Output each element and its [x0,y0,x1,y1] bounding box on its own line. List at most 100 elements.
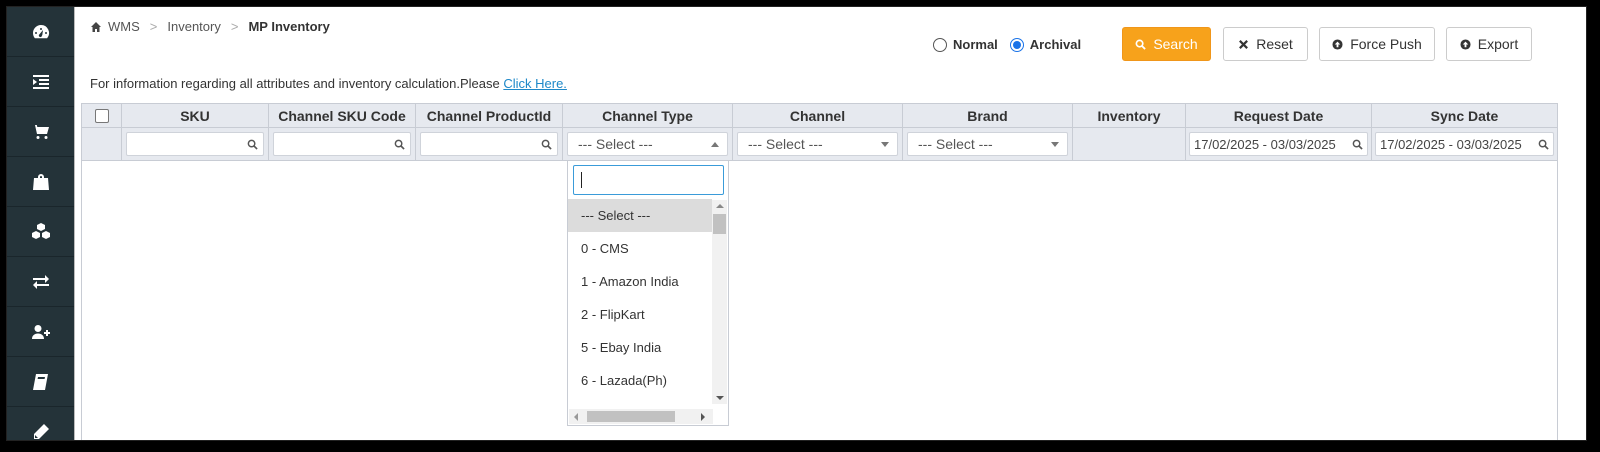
channel-type-option[interactable]: 0 - CMS [568,232,712,265]
filter-cell-channel-sku-code [269,128,416,160]
scroll-up-icon[interactable] [716,204,724,208]
sidebar-item-users[interactable] [7,307,74,357]
radio-archival[interactable]: Archival [1009,37,1082,52]
user-plus-icon [31,324,50,339]
breadcrumb: WMS > Inventory > MP Inventory [90,19,330,34]
column-header-inventory[interactable]: Inventory [1073,104,1186,127]
search-icon [394,139,405,150]
filter-cell-channel-type: --- Select --- [563,128,733,160]
sidebar [7,7,74,440]
sku-filter-input[interactable] [126,132,264,156]
search-button-label: Search [1153,36,1198,52]
chevron-down-icon [1051,141,1059,147]
column-header-request-date[interactable]: Request Date [1186,104,1372,127]
arrow-circle-up-icon [1460,38,1471,50]
inventory-grid: SKU Channel SKU Code Channel ProductId C… [81,103,1558,161]
channel-type-option[interactable]: 2 - FlipKart [568,298,712,331]
sync-date-filter-input[interactable]: 17/02/2025 - 03/03/2025 [1375,132,1554,156]
sync-date-filter-value: 17/02/2025 - 03/03/2025 [1380,136,1522,152]
dropdown-horizontal-scrollbar[interactable] [569,409,713,424]
grid-header-row: SKU Channel SKU Code Channel ProductId C… [81,103,1558,128]
radio-archival-indicator[interactable] [1009,37,1024,52]
channel-type-option[interactable]: 6 - Lazada(Ph) [568,364,712,397]
column-header-channel-productid[interactable]: Channel ProductId [416,104,563,127]
grid-body [81,160,1558,440]
filter-cell-inventory [1073,128,1186,160]
sidebar-item-list[interactable] [7,57,74,107]
brand-select[interactable]: --- Select --- [907,132,1068,156]
dropdown-vertical-scrollbar[interactable] [712,200,727,404]
radio-normal-indicator[interactable] [933,37,947,52]
search-icon [1352,139,1363,150]
info-message: For information regarding all attributes… [90,76,504,91]
chevron-down-icon [881,141,889,147]
breadcrumb-separator-icon: > [149,19,158,34]
main-content: WMS > Inventory > MP Inventory Normal Ar… [74,7,1586,440]
export-button-label: Export [1477,36,1519,52]
click-here-link[interactable]: Click Here. [503,76,567,91]
bag-icon [32,173,49,190]
search-icon [1135,39,1147,50]
column-header-brand[interactable]: Brand [903,104,1073,127]
text-cursor [581,172,582,188]
channel-type-option[interactable]: 1 - Amazon India [568,265,712,298]
sidebar-item-dashboard[interactable] [7,7,74,57]
search-button[interactable]: Search [1122,27,1211,61]
column-header-channel-type[interactable]: Channel Type [563,104,733,127]
pencil-icon [33,423,49,439]
force-push-button[interactable]: Force Push [1319,27,1435,61]
channel-type-option[interactable]: --- Select --- [568,199,712,232]
channel-type-select[interactable]: --- Select --- [567,132,728,156]
select-all-checkbox[interactable] [94,108,109,123]
mode-radio-group: Normal Archival [933,37,1085,52]
channel-select[interactable]: --- Select --- [737,132,898,156]
channel-sku-code-filter-input[interactable] [273,132,411,156]
sidebar-item-edit[interactable] [7,407,74,440]
search-icon [247,139,258,150]
request-date-filter-input[interactable]: 17/02/2025 - 03/03/2025 [1189,132,1368,156]
indent-list-icon [32,74,49,89]
info-text: For information regarding all attributes… [90,76,567,91]
filter-cell-channel-productid [416,128,563,160]
chevron-up-icon [711,141,719,147]
channel-type-dropdown: --- Select --- 0 - CMS 1 - Amazon India … [567,160,729,426]
sidebar-item-cart[interactable] [7,107,74,157]
cart-icon [31,124,49,139]
radio-archival-label: Archival [1029,37,1082,52]
search-icon [541,139,552,150]
scroll-down-icon[interactable] [716,396,724,400]
sidebar-item-transfers[interactable] [7,257,74,307]
filter-cell-request-date: 17/02/2025 - 03/03/2025 [1186,128,1372,160]
scroll-left-icon[interactable] [574,413,578,421]
home-icon [91,21,101,32]
sidebar-item-products[interactable] [7,207,74,257]
sidebar-item-bag[interactable] [7,157,74,207]
channel-type-search-input[interactable] [573,165,724,195]
column-header-channel-sku-code[interactable]: Channel SKU Code [269,104,416,127]
request-date-filter-value: 17/02/2025 - 03/03/2025 [1194,136,1336,152]
book-icon [32,373,48,390]
radio-normal[interactable]: Normal [933,37,998,52]
cubes-icon [31,222,50,239]
radio-normal-label: Normal [953,37,998,52]
export-button[interactable]: Export [1446,27,1532,61]
column-header-sync-date[interactable]: Sync Date [1372,104,1557,127]
app-frame: WMS > Inventory > MP Inventory Normal Ar… [6,6,1587,441]
brand-select-value: --- Select --- [918,136,993,152]
filter-cell-channel: --- Select --- [733,128,903,160]
column-header-sku[interactable]: SKU [122,104,269,127]
breadcrumb-home[interactable]: WMS [108,19,140,34]
filter-cell-brand: --- Select --- [903,128,1073,160]
vertical-scroll-thumb[interactable] [713,214,726,234]
breadcrumb-inventory[interactable]: Inventory [167,19,220,34]
force-push-button-label: Force Push [1350,36,1422,52]
channel-productid-filter-input[interactable] [420,132,558,156]
reset-button[interactable]: Reset [1223,27,1308,61]
column-header-channel[interactable]: Channel [733,104,903,127]
breadcrumb-separator-icon: > [230,19,239,34]
scroll-right-icon[interactable] [701,413,705,421]
sidebar-item-book[interactable] [7,357,74,407]
channel-type-option[interactable]: 5 - Ebay India [568,331,712,364]
horizontal-scroll-thumb[interactable] [587,411,675,422]
arrow-circle-up-icon [1332,38,1343,50]
